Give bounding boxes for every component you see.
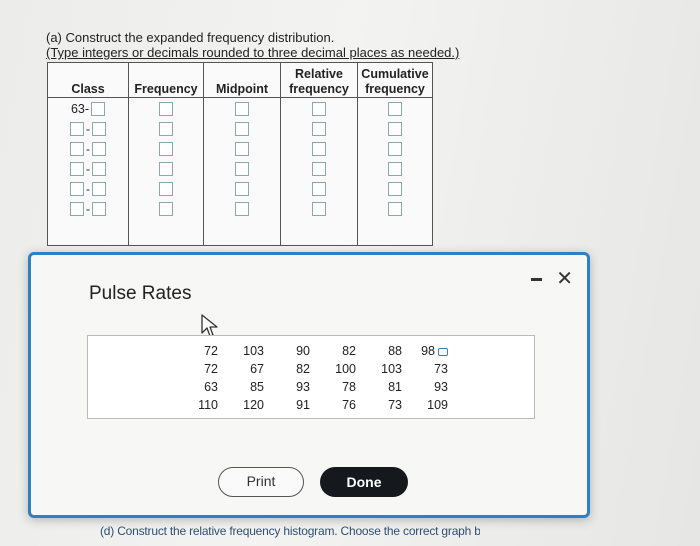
close-icon[interactable]: ✕ bbox=[556, 269, 573, 289]
pulse-value: 100 bbox=[335, 362, 356, 376]
pulse-value: 72 bbox=[204, 344, 218, 358]
pulse-value: 78 bbox=[342, 380, 356, 394]
relative-frequency-input[interactable] bbox=[312, 122, 326, 136]
relative-frequency-input[interactable] bbox=[312, 162, 326, 176]
pulse-value: 81 bbox=[388, 380, 402, 394]
midpoint-input[interactable] bbox=[235, 122, 249, 136]
print-button[interactable]: Print bbox=[218, 467, 304, 497]
frequency-input[interactable] bbox=[159, 102, 173, 116]
pulse-data-row: 72 67 82 100 103 73 bbox=[172, 360, 448, 378]
pulse-value: 93 bbox=[296, 380, 310, 394]
relative-frequency-input[interactable] bbox=[312, 142, 326, 156]
pulse-value: 76 bbox=[342, 398, 356, 412]
pulse-value: 103 bbox=[243, 344, 264, 358]
pulse-value: 109 bbox=[427, 398, 448, 412]
frequency-input[interactable] bbox=[159, 142, 173, 156]
class-upper-input[interactable] bbox=[92, 182, 106, 196]
class-upper-input[interactable] bbox=[91, 102, 106, 116]
minimize-icon[interactable] bbox=[531, 277, 543, 281]
header-frequency: Frequency bbox=[128, 62, 204, 98]
class-upper-input[interactable] bbox=[92, 162, 106, 176]
dialog-controls: ✕ bbox=[531, 269, 573, 289]
pulse-value: 103 bbox=[381, 362, 402, 376]
pulse-value: 82 bbox=[342, 344, 356, 358]
pulse-value: 93 bbox=[434, 380, 448, 394]
midpoint-input[interactable] bbox=[235, 202, 249, 216]
frequency-column bbox=[128, 97, 204, 246]
pulse-value: 90 bbox=[296, 344, 310, 358]
class-upper-input[interactable] bbox=[92, 122, 106, 136]
class-lower-label: 63- bbox=[70, 102, 90, 116]
class-row: - bbox=[70, 182, 106, 196]
frequency-input[interactable] bbox=[159, 162, 173, 176]
cumulative-frequency-column bbox=[357, 97, 433, 246]
pulse-data-row: 63 85 93 78 81 93 bbox=[172, 378, 448, 396]
question-line-1: (a) Construct the expanded frequency dis… bbox=[46, 30, 335, 45]
pulse-data-row: 72 103 90 82 88 98 bbox=[172, 342, 448, 360]
midpoint-input[interactable] bbox=[235, 142, 249, 156]
cumulative-frequency-input[interactable] bbox=[388, 202, 402, 216]
pulse-value: 91 bbox=[296, 398, 310, 412]
class-lower-input[interactable] bbox=[70, 202, 84, 216]
class-column: 63- - - - - - bbox=[47, 97, 129, 246]
done-button[interactable]: Done bbox=[320, 467, 408, 497]
pulse-rates-dialog: Pulse Rates ✕ 72 103 90 82 88 98 72 67 82 100 103 7… bbox=[28, 252, 590, 518]
question-text: (a) Construct the expanded frequency dis… bbox=[46, 30, 459, 60]
pulse-value: 98 bbox=[402, 342, 448, 360]
pulse-data-box: 72 103 90 82 88 98 72 67 82 100 103 73 63 85 93 78 81 93 1… bbox=[87, 335, 535, 419]
next-question-text: (d) Construct the relative frequency his… bbox=[100, 524, 480, 538]
pulse-value: 82 bbox=[296, 362, 310, 376]
pulse-value: 72 bbox=[204, 362, 218, 376]
header-relative-frequency: Relative frequency bbox=[280, 62, 358, 98]
relative-frequency-input[interactable] bbox=[312, 102, 326, 116]
dialog-title: Pulse Rates bbox=[89, 283, 192, 304]
midpoint-input[interactable] bbox=[235, 102, 249, 116]
copy-data-icon[interactable] bbox=[438, 347, 448, 356]
cumulative-frequency-input[interactable] bbox=[388, 162, 402, 176]
class-lower-input[interactable] bbox=[70, 162, 84, 176]
class-row: - bbox=[70, 142, 106, 156]
frequency-input[interactable] bbox=[159, 202, 173, 216]
pulse-data-table: 72 103 90 82 88 98 72 67 82 100 103 73 63 85 93 78 81 93 1… bbox=[172, 342, 448, 414]
midpoint-column bbox=[203, 97, 281, 246]
class-lower-input[interactable] bbox=[70, 182, 84, 196]
class-row: - bbox=[70, 162, 106, 176]
class-row: - bbox=[70, 202, 106, 216]
midpoint-input[interactable] bbox=[235, 182, 249, 196]
cumulative-frequency-input[interactable] bbox=[388, 102, 402, 116]
pulse-value: 120 bbox=[243, 398, 264, 412]
frequency-input[interactable] bbox=[159, 182, 173, 196]
class-lower-input[interactable] bbox=[70, 122, 84, 136]
pulse-data-row: 110 120 91 76 73 109 bbox=[172, 396, 448, 414]
pulse-value: 88 bbox=[388, 344, 402, 358]
relative-frequency-input[interactable] bbox=[312, 202, 326, 216]
class-lower-input[interactable] bbox=[70, 142, 84, 156]
pulse-value: 85 bbox=[250, 380, 264, 394]
pulse-value: 73 bbox=[388, 398, 402, 412]
class-upper-input[interactable] bbox=[92, 142, 106, 156]
frequency-table: Class Frequency Midpoint Relative frequen… bbox=[47, 62, 433, 246]
cumulative-frequency-input[interactable] bbox=[388, 122, 402, 136]
cumulative-frequency-input[interactable] bbox=[388, 142, 402, 156]
cumulative-frequency-input[interactable] bbox=[388, 182, 402, 196]
pulse-value: 73 bbox=[434, 362, 448, 376]
midpoint-input[interactable] bbox=[235, 162, 249, 176]
class-upper-input[interactable] bbox=[92, 202, 106, 216]
header-class: Class bbox=[47, 62, 129, 98]
question-line-2: (Type integers or decimals rounded to th… bbox=[46, 45, 460, 60]
class-row: - bbox=[70, 122, 106, 136]
relative-frequency-input[interactable] bbox=[312, 182, 326, 196]
frequency-input[interactable] bbox=[159, 122, 173, 136]
class-row-1: 63- bbox=[70, 102, 106, 116]
pulse-value: 110 bbox=[198, 398, 218, 412]
header-midpoint: Midpoint bbox=[203, 62, 281, 98]
pulse-value: 67 bbox=[250, 362, 264, 376]
header-cumulative-frequency: Cumulative frequency bbox=[357, 62, 433, 98]
pulse-value: 63 bbox=[204, 380, 218, 394]
relative-frequency-column bbox=[280, 97, 358, 246]
